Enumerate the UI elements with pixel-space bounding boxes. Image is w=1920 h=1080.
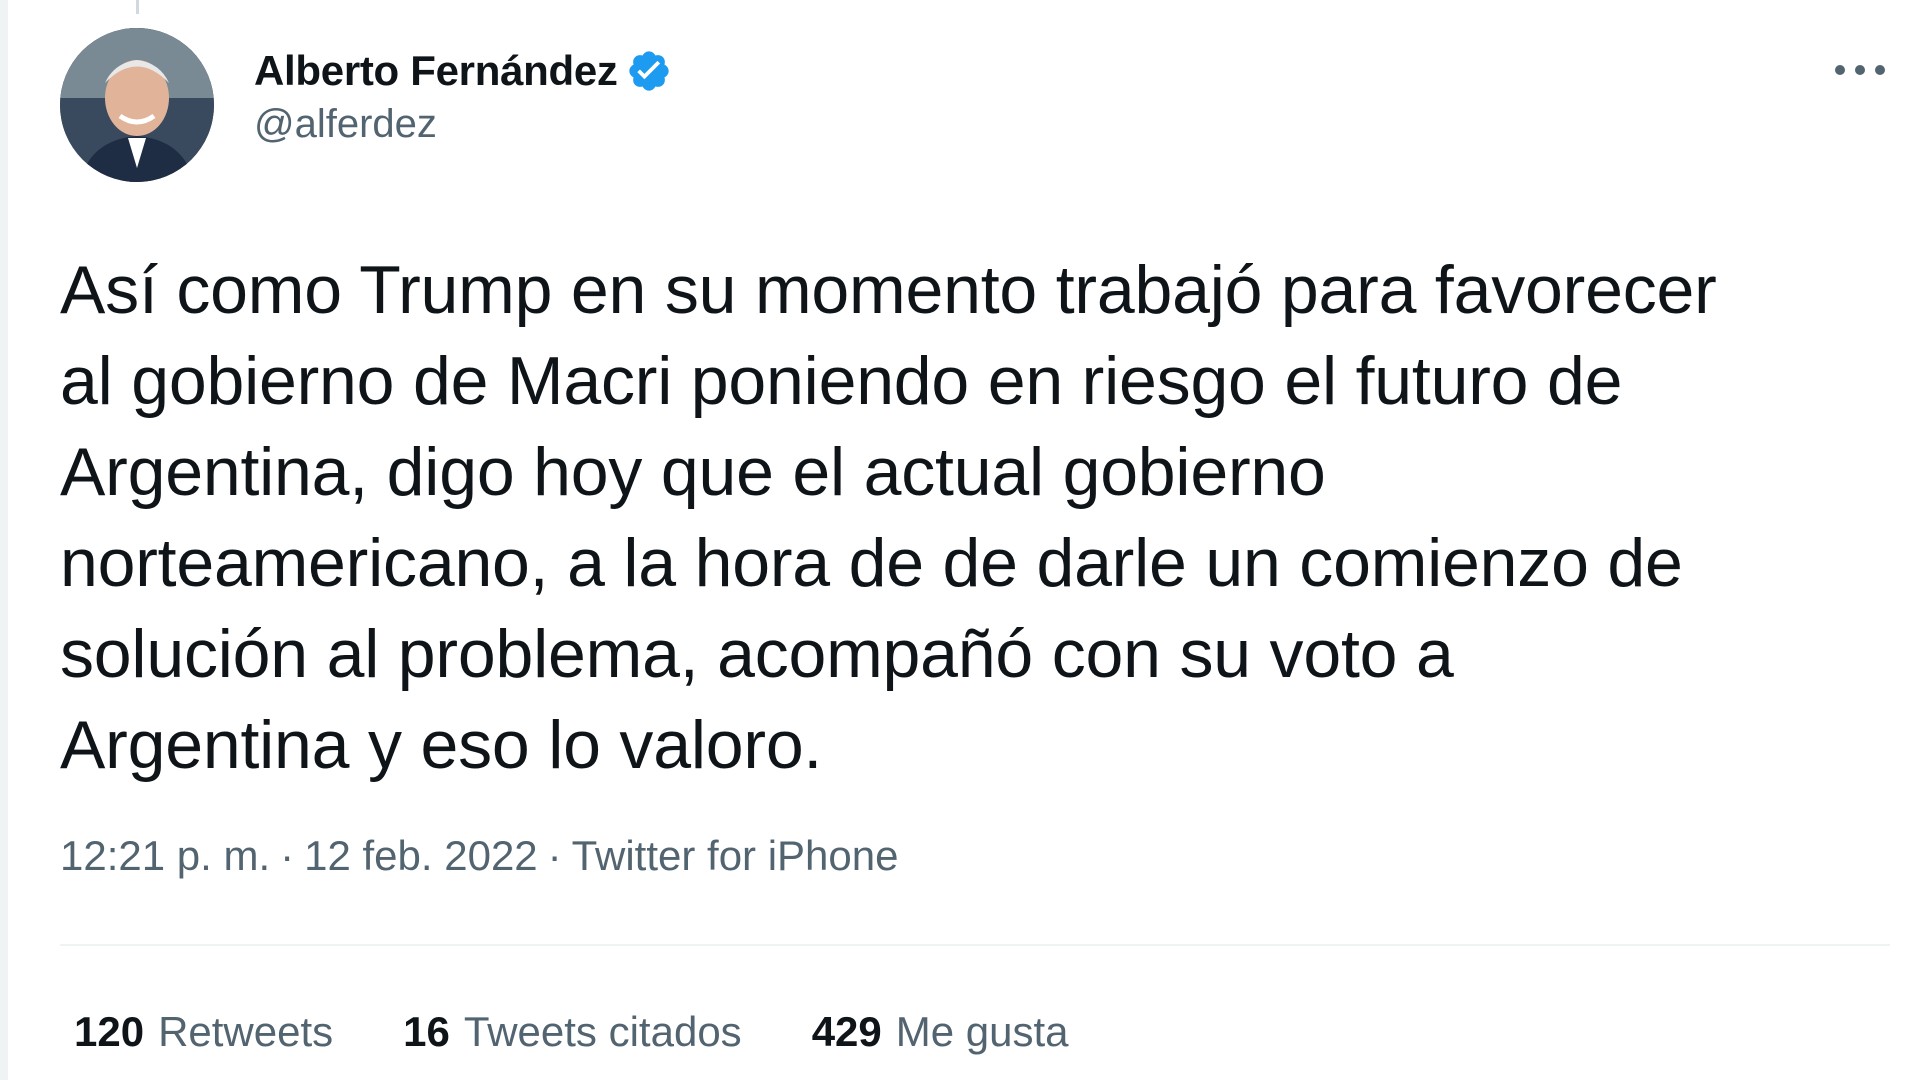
tweet-metadata: 12:21 p. m. · 12 feb. 2022 · Twitter for… [60, 832, 898, 880]
likes-count: 429 [811, 1008, 882, 1055]
verified-badge-icon [626, 48, 672, 94]
likes-stat[interactable]: 429 Me gusta [812, 1008, 1069, 1056]
tweet-date[interactable]: 12 feb. 2022 [304, 832, 538, 880]
meta-separator: · [547, 832, 562, 879]
timeline-border [0, 0, 8, 1080]
author-block: Alberto Fernández @alferdez [254, 46, 672, 147]
avatar[interactable] [60, 28, 214, 182]
more-dots-icon [1835, 65, 1885, 75]
retweets-stat[interactable]: 120 Retweets [74, 1008, 333, 1056]
author-name-row: Alberto Fernández [254, 46, 672, 96]
tweet-source[interactable]: Twitter for iPhone [572, 832, 899, 880]
stats-divider [60, 944, 1890, 946]
more-options-button[interactable] [1825, 48, 1895, 92]
tweet-card: Alberto Fernández @alferdez Así como Tru… [60, 0, 1895, 1080]
retweets-label: Retweets [158, 1008, 334, 1055]
tweet-time[interactable]: 12:21 p. m. [60, 832, 270, 880]
author-handle[interactable]: @alferdez [254, 102, 672, 147]
quote-tweets-stat[interactable]: 16 Tweets citados [403, 1008, 742, 1056]
likes-label: Me gusta [895, 1008, 1069, 1055]
tweet-stats: 120 Retweets 16 Tweets citados 429 Me gu… [74, 1008, 1069, 1056]
quote-tweets-label: Tweets citados [463, 1008, 742, 1055]
author-display-name[interactable]: Alberto Fernández [254, 47, 618, 95]
profile-photo-icon [60, 28, 214, 182]
meta-separator: · [280, 832, 295, 879]
quote-tweets-count: 16 [403, 1008, 450, 1055]
retweets-count: 120 [74, 1008, 145, 1055]
tweet-text: Así como Trump en su momento trabajó par… [60, 252, 1717, 783]
